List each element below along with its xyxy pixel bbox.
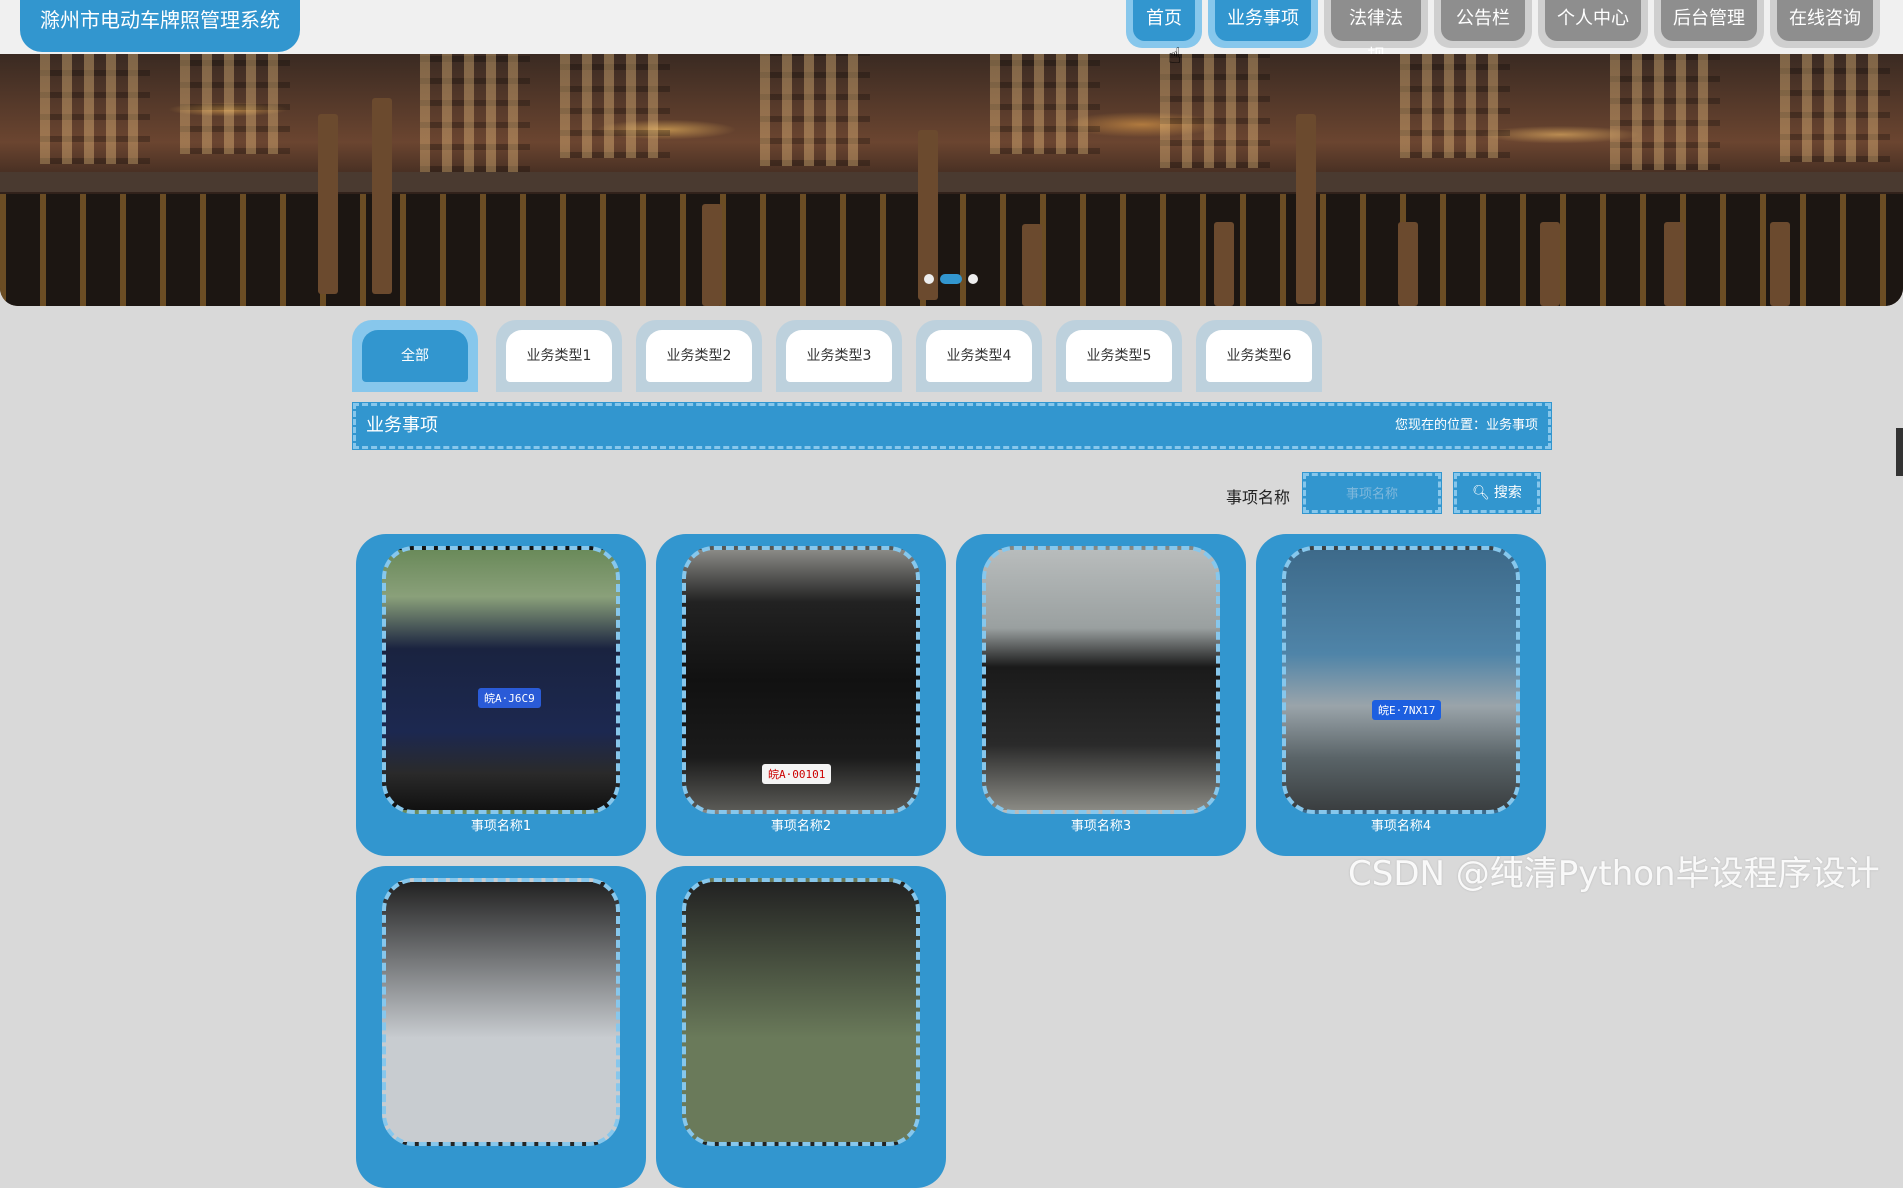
- tab-type-3[interactable]: 业务类型3: [776, 320, 902, 392]
- item-image-4[interactable]: 皖E·7NX17: [1282, 546, 1520, 814]
- nav-business[interactable]: 业务事项: [1208, 0, 1318, 48]
- nav-consult-label: 在线咨询: [1777, 0, 1873, 41]
- tab-type-4-label: 业务类型4: [926, 330, 1032, 382]
- tab-all[interactable]: 全部: [352, 320, 478, 392]
- carousel-dot-1[interactable]: [924, 274, 934, 284]
- banner-carousel[interactable]: [0, 54, 1903, 306]
- item-card-5[interactable]: [356, 866, 646, 1188]
- site-title[interactable]: 滁州市电动车牌照管理系统: [20, 0, 300, 52]
- item-image-2[interactable]: 皖A·00101: [682, 546, 920, 814]
- carousel-dot-2[interactable]: [940, 274, 962, 284]
- search-label: 事项名称: [1226, 488, 1291, 507]
- tab-type-1-label: 业务类型1: [506, 330, 612, 382]
- side-scroll-tab[interactable]: [1896, 428, 1903, 476]
- license-plate-2: 皖A·00101: [762, 764, 832, 784]
- tab-type-6[interactable]: 业务类型6: [1196, 320, 1322, 392]
- tab-type-3-label: 业务类型3: [786, 330, 892, 382]
- item-image-1[interactable]: 皖A·J6C9: [382, 546, 620, 814]
- item-card-6[interactable]: [656, 866, 946, 1188]
- tab-type-5[interactable]: 业务类型5: [1056, 320, 1182, 392]
- nav-profile[interactable]: 个人中心: [1538, 0, 1648, 48]
- nav-business-label: 业务事项: [1215, 0, 1311, 41]
- item-caption-3[interactable]: 事项名称3: [982, 814, 1220, 840]
- carousel-dot-3[interactable]: [968, 274, 978, 284]
- nav-laws-label: 法律法规: [1331, 0, 1421, 67]
- pointer-cursor-icon: ☝: [1168, 44, 1182, 69]
- license-plate-1: 皖A·J6C9: [478, 688, 541, 708]
- item-card-1[interactable]: 皖A·J6C9 事项名称1: [356, 534, 646, 856]
- tab-all-label: 全部: [362, 330, 468, 382]
- breadcrumb-label: 您现在的位置：: [1394, 418, 1486, 433]
- search-icon: 🔍︎: [1472, 485, 1490, 501]
- nav-home-label: 首页: [1133, 0, 1195, 41]
- search-button[interactable]: 🔍︎ 搜索: [1453, 472, 1541, 514]
- nav-consult[interactable]: 在线咨询: [1770, 0, 1880, 48]
- item-caption-4[interactable]: 事项名称4: [1282, 814, 1520, 840]
- breadcrumb-current[interactable]: 业务事项: [1486, 418, 1538, 433]
- search-button-label: 搜索: [1493, 485, 1522, 501]
- item-caption-2[interactable]: 事项名称2: [682, 814, 920, 840]
- tab-type-2[interactable]: 业务类型2: [636, 320, 762, 392]
- license-plate-4: 皖E·7NX17: [1372, 700, 1442, 720]
- item-card-3[interactable]: 事项名称3: [956, 534, 1246, 856]
- tab-type-5-label: 业务类型5: [1066, 330, 1172, 382]
- item-image-5[interactable]: [382, 878, 620, 1146]
- nav-notices[interactable]: 公告栏: [1434, 0, 1532, 48]
- item-card-4[interactable]: 皖E·7NX17 事项名称4: [1256, 534, 1546, 856]
- tab-type-4[interactable]: 业务类型4: [916, 320, 1042, 392]
- breadcrumb: 您现在的位置：业务事项: [1395, 402, 1538, 450]
- tab-type-6-label: 业务类型6: [1206, 330, 1312, 382]
- section-title: 业务事项: [366, 415, 438, 436]
- nav-laws[interactable]: 法律法规: [1324, 0, 1428, 67]
- nav-notices-label: 公告栏: [1441, 0, 1525, 41]
- tab-type-2-label: 业务类型2: [646, 330, 752, 382]
- watermark: CSDN @纯清Python毕设程序设计: [1348, 854, 1880, 894]
- search-input[interactable]: [1302, 472, 1442, 514]
- nav-profile-label: 个人中心: [1545, 0, 1641, 41]
- nav-home[interactable]: 首页: [1126, 0, 1202, 48]
- item-image-6[interactable]: [682, 878, 920, 1146]
- tab-type-1[interactable]: 业务类型1: [496, 320, 622, 392]
- item-card-2[interactable]: 皖A·00101 事项名称2: [656, 534, 946, 856]
- item-caption-1[interactable]: 事项名称1: [382, 814, 620, 840]
- section-header: 业务事项 您现在的位置：业务事项: [352, 402, 1552, 450]
- item-image-3[interactable]: [982, 546, 1220, 814]
- nav-admin[interactable]: 后台管理: [1654, 0, 1764, 48]
- nav-admin-label: 后台管理: [1661, 0, 1757, 41]
